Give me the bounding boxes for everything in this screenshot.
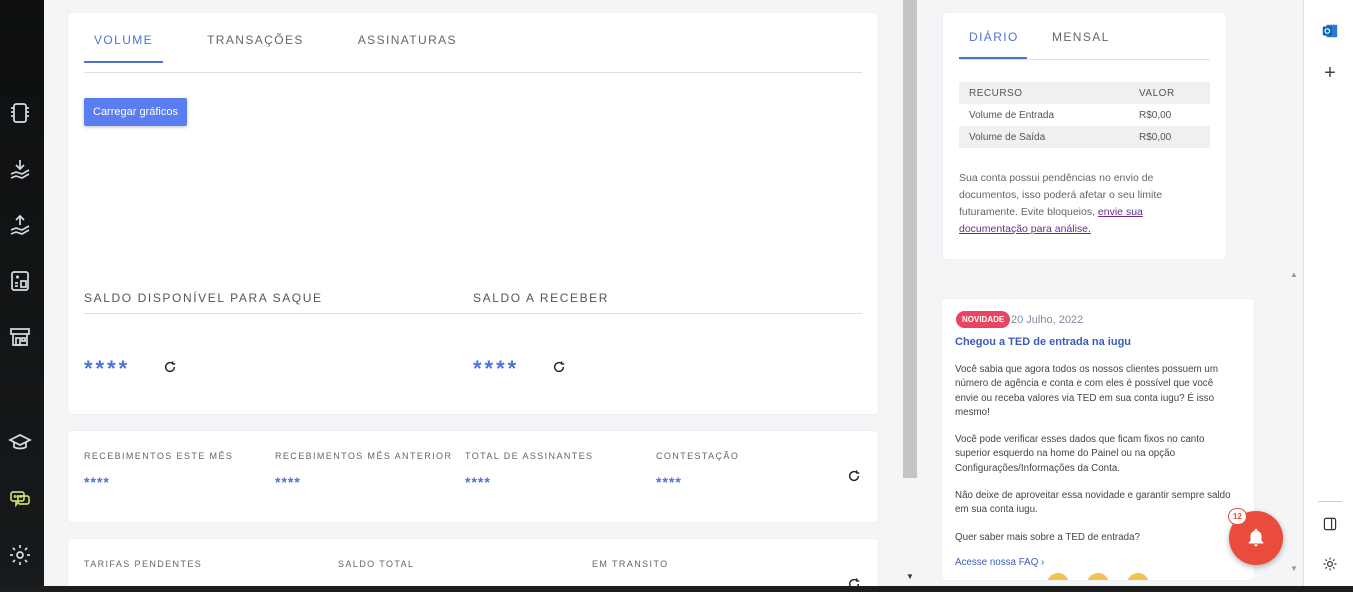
fees-card: TARIFAS PENDENTES SALDO TOTAL EM TRANSIT…: [68, 539, 878, 592]
notification-count-badge: 12: [1228, 508, 1247, 525]
main-content: VOLUME TRANSAÇÕES ASSINATURAS Carregar g…: [44, 0, 903, 592]
settings-icon[interactable]: [6, 541, 34, 569]
column-header: RECURSO: [969, 88, 1023, 99]
stat-label: RECEBIMENTOS ESTE MÊS: [84, 451, 234, 461]
news-paragraph: Você pode verificar esses dados que fica…: [955, 434, 1205, 474]
refresh-icon[interactable]: [162, 359, 178, 375]
outlook-icon[interactable]: [1320, 21, 1340, 41]
stat-label: EM TRANSITO: [592, 559, 669, 569]
news-paragraph: Não deixe de aproveitar essa novidade e …: [955, 490, 1231, 516]
panel-divider: [1318, 501, 1342, 502]
news-card: NOVIDADE 20 Julho, 2022 Chegou a TED de …: [942, 299, 1254, 580]
stat-label: RECEBIMENTOS MÊS ANTERIOR: [275, 451, 453, 461]
resource-cell: Volume de Entrada: [969, 110, 1055, 121]
stat-value: ****: [656, 474, 682, 490]
receivable-value: ****: [473, 356, 520, 381]
volume-tabs: VOLUME TRANSAÇÕES ASSINATURAS: [84, 33, 501, 63]
stat-label: SALDO TOTAL: [338, 559, 415, 569]
stat-label: TOTAL DE ASSINANTES: [465, 451, 594, 461]
load-charts-button[interactable]: Carregar gráficos: [84, 98, 187, 126]
stats-card: RECEBIMENTOS ESTE MÊS **** RECEBIMENTOS …: [68, 431, 878, 522]
table-row: Volume de Saída R$0,00: [959, 126, 1210, 148]
main-scrollbar-track[interactable]: [903, 478, 917, 582]
resource-cell: Volume de Saída: [969, 132, 1046, 143]
tab-assinaturas[interactable]: ASSINATURAS: [348, 33, 467, 63]
invoice-icon[interactable]: [6, 99, 34, 127]
store-icon[interactable]: [6, 323, 34, 351]
available-balance-label: SALDO DISPONÍVEL PARA SAQUE: [84, 291, 323, 305]
refresh-icon[interactable]: [846, 468, 862, 484]
news-badge: NOVIDADE: [956, 311, 1011, 328]
stat-value: ****: [465, 474, 491, 490]
settings-icon[interactable]: [1320, 554, 1340, 574]
stat-value: ****: [84, 474, 110, 490]
value-cell: R$0,00: [1139, 132, 1172, 143]
tab-mensal[interactable]: MENSAL: [1052, 30, 1110, 44]
calculator-icon[interactable]: [6, 267, 34, 295]
stat-value: ****: [275, 474, 301, 490]
tab-volume[interactable]: VOLUME: [84, 33, 164, 63]
faq-link[interactable]: Acesse nossa FAQ ›: [955, 557, 1044, 568]
taskbar: [0, 586, 1353, 592]
news-date: 20 Julho, 2022: [1011, 314, 1084, 326]
tab-diario[interactable]: DIÁRIO: [969, 30, 1019, 44]
scroll-down-arrow-icon[interactable]: ▼: [906, 572, 914, 581]
news-title[interactable]: Chegou a TED de entrada na iugu: [955, 336, 1131, 348]
news-paragraph: Quer saber mais sobre a TED de entrada?: [955, 531, 1140, 543]
news-paragraph: Você sabia que agora todos os nossos cli…: [955, 364, 1219, 418]
balance-divider: [84, 313, 862, 314]
chat-icon[interactable]: [6, 485, 34, 513]
reaction-icon[interactable]: [1087, 573, 1109, 580]
news-body: Você sabia que agora todos os nossos cli…: [955, 363, 1239, 558]
reaction-icon[interactable]: [1127, 573, 1149, 580]
reaction-icon[interactable]: [1047, 573, 1069, 580]
available-balance-value: ****: [84, 356, 131, 381]
scroll-down-arrow-icon[interactable]: ▼: [1290, 564, 1298, 573]
add-icon[interactable]: +: [1320, 62, 1340, 84]
refresh-icon[interactable]: [551, 359, 567, 375]
side-panel: +: [1303, 0, 1353, 592]
volume-card: VOLUME TRANSAÇÕES ASSINATURAS Carregar g…: [68, 13, 878, 414]
column-header: VALOR: [1139, 88, 1175, 99]
tabs-divider: [959, 59, 1210, 60]
bell-icon: [1248, 528, 1264, 547]
value-cell: R$0,00: [1139, 110, 1172, 121]
limits-card: DIÁRIO MENSAL RECURSO VALOR Volume de En…: [943, 13, 1226, 259]
stat-label: CONTESTAÇÃO: [656, 451, 740, 461]
tab-transacoes[interactable]: TRANSAÇÕES: [197, 33, 314, 63]
tabs-divider: [84, 72, 862, 73]
send-money-icon[interactable]: [6, 211, 34, 239]
table-header: RECURSO VALOR: [959, 82, 1210, 104]
stat-label: TARIFAS PENDENTES: [84, 559, 203, 569]
graduation-cap-icon[interactable]: [6, 429, 34, 457]
sidebar-toggle-icon[interactable]: [1320, 514, 1340, 534]
table-row: Volume de Entrada R$0,00: [959, 104, 1210, 126]
documents-note: Sua conta possui pendências no envio de …: [959, 170, 1189, 238]
scroll-up-arrow-icon[interactable]: ▲: [1290, 270, 1298, 279]
sidebar: [0, 0, 44, 592]
receivable-label: SALDO A RECEBER: [473, 291, 610, 305]
receive-money-icon[interactable]: [6, 155, 34, 183]
main-scrollbar-thumb[interactable]: [903, 0, 917, 478]
